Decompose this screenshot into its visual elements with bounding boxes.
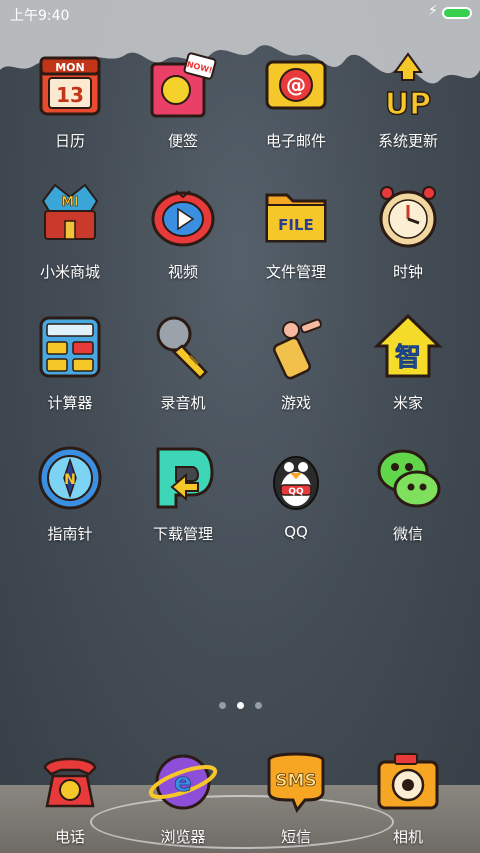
browser-icon: e (148, 746, 218, 816)
page-dot[interactable] (255, 702, 262, 709)
calendar-icon: MON 13 (35, 50, 105, 120)
app-label: 系统更新 (377, 132, 438, 150)
app-downloads[interactable]: 下载管理 (128, 443, 238, 544)
folder-file-text: FILE (278, 216, 314, 234)
status-time: 上午9:40 (10, 8, 70, 24)
sms-text: SMS (275, 771, 316, 791)
wechat-icon (373, 443, 443, 513)
app-label: 相机 (392, 828, 423, 846)
app-game[interactable]: 游戏 (241, 312, 351, 413)
page-dot[interactable] (219, 702, 226, 709)
calculator-icon (35, 312, 105, 382)
dock-phone[interactable]: 电话 (15, 746, 125, 847)
page-dot-active[interactable] (237, 702, 244, 709)
app-label: 短信 (280, 828, 311, 846)
app-label: 指南针 (47, 525, 93, 543)
app-label: 便签 (167, 132, 198, 150)
app-mi-store[interactable]: MI 小米商城 (15, 181, 125, 282)
app-label: 视频 (167, 263, 198, 281)
phone-icon (35, 746, 105, 816)
mi-store-text: MI (61, 195, 79, 210)
email-at-text: @ (286, 73, 306, 97)
browser-e-text: e (174, 768, 192, 798)
app-label: 文件管理 (265, 263, 326, 281)
app-label: 浏览器 (160, 828, 206, 846)
game-icon (261, 312, 331, 382)
mi-store-icon: MI (35, 181, 105, 251)
app-file-manager[interactable]: FILE 文件管理 (241, 181, 351, 282)
battery-icon (442, 7, 472, 19)
app-notes[interactable]: NOW! 便签 (128, 50, 238, 151)
clock-icon (373, 181, 443, 251)
update-icon: UP (373, 50, 443, 123)
smart-home-icon: 智 (373, 312, 443, 382)
app-qq[interactable]: QQ QQ (241, 443, 351, 541)
app-label: 计算器 (47, 394, 93, 412)
compass-n-text: N (64, 472, 76, 488)
app-wechat[interactable]: 微信 (353, 443, 463, 544)
note-icon: NOW! (148, 50, 218, 120)
app-label: 游戏 (280, 394, 311, 412)
app-clock[interactable]: 时钟 (353, 181, 463, 282)
camera-icon (373, 746, 443, 816)
page-indicator[interactable] (0, 702, 480, 712)
compass-icon: N (35, 443, 105, 513)
status-bar: 上午9:40 ⚡ (0, 0, 480, 28)
qq-badge-text: QQ (288, 487, 304, 497)
download-icon (148, 443, 218, 513)
app-label: 下载管理 (152, 525, 213, 543)
folder-icon: FILE (261, 181, 331, 251)
app-compass[interactable]: N 指南针 (15, 443, 125, 544)
app-recorder[interactable]: 录音机 (128, 312, 238, 413)
app-label: 时钟 (392, 263, 423, 281)
app-label: 录音机 (160, 394, 206, 412)
app-calendar[interactable]: MON 13 日历 (15, 50, 125, 151)
dock: 电话 e 浏览器 SMS 短信 相机 (0, 740, 480, 853)
app-system-update[interactable]: UP 系统更新 (353, 50, 463, 151)
app-calculator[interactable]: 计算器 (15, 312, 125, 413)
email-icon: @ (261, 50, 331, 120)
app-email[interactable]: @ 电子邮件 (241, 50, 351, 151)
video-icon (148, 181, 218, 251)
mi-home-text: 智 (395, 343, 421, 373)
app-video[interactable]: 视频 (128, 181, 238, 282)
app-label: 小米商城 (39, 263, 100, 281)
microphone-icon (148, 312, 218, 382)
dock-browser[interactable]: e 浏览器 (128, 746, 238, 847)
app-mi-home[interactable]: 智 米家 (353, 312, 463, 413)
calendar-day-text: 13 (56, 83, 84, 107)
app-label: 米家 (392, 394, 423, 412)
sms-icon: SMS (261, 746, 331, 816)
app-label: QQ (284, 523, 308, 541)
calendar-month-text: MON (55, 61, 85, 74)
app-label: 微信 (392, 525, 423, 543)
qq-penguin-icon: QQ (261, 443, 331, 513)
app-label: 电子邮件 (265, 132, 326, 150)
app-label: 电话 (54, 828, 85, 846)
update-up-text: UP (385, 87, 431, 120)
lightning-icon: ⚡ (428, 3, 438, 19)
app-label: 日历 (54, 132, 85, 150)
dock-camera[interactable]: 相机 (353, 746, 463, 847)
dock-sms[interactable]: SMS 短信 (241, 746, 351, 847)
